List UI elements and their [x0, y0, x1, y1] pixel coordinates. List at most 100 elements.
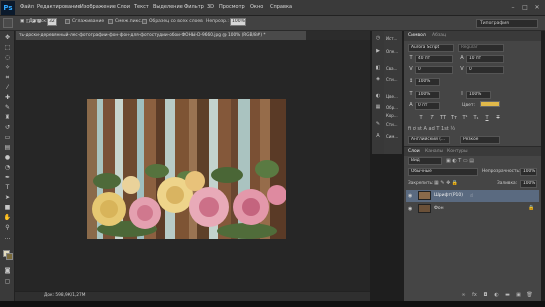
tab-layers[interactable]: Слои	[408, 149, 420, 154]
move-tool-icon[interactable]: ✥	[3, 33, 12, 42]
path-select-icon[interactable]: ➤	[3, 193, 12, 202]
leading-input[interactable]: 10 пт	[466, 55, 504, 63]
panel-label-actions[interactable]: Опе...	[386, 49, 398, 54]
panel-label-character[interactable]: Сим...	[386, 134, 398, 139]
healing-brush-icon[interactable]: ✚	[3, 93, 12, 102]
type-tool-icon[interactable]: T	[3, 183, 12, 192]
contiguous-checkbox[interactable]	[108, 19, 113, 24]
font-family-select[interactable]: Aurora Script	[408, 44, 454, 52]
menu-filter[interactable]: Фильтр	[184, 4, 204, 10]
menu-file[interactable]: Файл	[20, 4, 34, 10]
gradient-tool-icon[interactable]: ▤	[3, 143, 12, 152]
font-size-input[interactable]: 40 пт	[415, 55, 453, 63]
menu-image[interactable]: Изображение	[80, 4, 116, 10]
more-tools-icon[interactable]: …	[3, 233, 12, 242]
menu-select[interactable]: Выделение	[153, 4, 183, 10]
text-color-swatch[interactable]	[480, 101, 500, 107]
maximize-icon[interactable]: □	[520, 3, 530, 13]
blend-mode-select[interactable]: Обычные	[408, 168, 478, 176]
panel-label-corrections[interactable]: Кор...	[386, 113, 398, 118]
adjustment-layer-icon[interactable]: ◐	[493, 292, 500, 299]
layer-kind-filter[interactable]: Вид	[408, 157, 442, 165]
panel-label-brush[interactable]: Сти...	[386, 122, 398, 127]
opentype-buttons[interactable]: fi ơ st A ad T 1st ½	[408, 126, 504, 132]
faux-bold-button[interactable]: T	[417, 115, 425, 122]
tab-character[interactable]: Символ	[408, 33, 426, 38]
new-group-icon[interactable]: ▬	[504, 292, 511, 299]
tab-paragraph[interactable]: Абзац	[432, 33, 446, 38]
font-style-select[interactable]: Regular	[458, 44, 504, 52]
swatches-panel-icon[interactable]: ▦	[373, 103, 383, 112]
opacity-input[interactable]: 100%	[230, 18, 246, 26]
antialias-select[interactable]: Резкое	[460, 136, 500, 144]
tracking-input[interactable]: 0	[466, 66, 504, 74]
menu-3d[interactable]: 3D	[207, 4, 214, 10]
shape-tool-icon[interactable]: ■	[3, 203, 12, 212]
underline-button[interactable]: T	[483, 115, 491, 122]
history-panel-icon[interactable]: ◷	[373, 34, 383, 43]
eyedropper-icon[interactable]: ⁄	[3, 83, 12, 92]
faux-italic-button[interactable]: T	[428, 115, 436, 122]
vertical-scale-value[interactable]: 100%	[415, 91, 440, 99]
trash-icon[interactable]: 🗑	[526, 292, 533, 299]
menu-window[interactable]: Окно	[250, 4, 263, 10]
menu-edit[interactable]: Редактирование	[37, 4, 81, 10]
add-mask-icon[interactable]: ◘	[482, 292, 489, 299]
blur-tool-icon[interactable]: ●	[3, 153, 12, 162]
tolerance-input[interactable]: 32	[47, 18, 57, 26]
panel-label-properties[interactable]: Сва...	[386, 66, 397, 71]
subscript-button[interactable]: T₁	[472, 115, 480, 122]
panel-label-history[interactable]: Ист...	[386, 36, 397, 41]
color-panel-icon[interactable]: ◐	[373, 92, 383, 101]
layer-opacity-input[interactable]: 100%	[520, 168, 537, 176]
baseline-shift-input[interactable]: 0 пт	[415, 102, 440, 110]
pen-tool-icon[interactable]: ✒	[3, 173, 12, 182]
menu-view[interactable]: Просмотр	[219, 4, 245, 10]
history-brush-icon[interactable]: ↺	[3, 123, 12, 132]
brush-tool-icon[interactable]: ✎	[3, 103, 12, 112]
wand-tool-preset-icon[interactable]	[3, 18, 13, 28]
lock-icons[interactable]: ▦ ✎ ✥ 🔒	[434, 180, 458, 186]
marquee-tool-icon[interactable]: ⬚	[3, 43, 12, 52]
tab-channels[interactable]: Каналы	[425, 149, 443, 154]
styles-panel-icon[interactable]: ◈	[373, 75, 383, 84]
menu-layers[interactable]: Слои	[117, 4, 130, 10]
panel-label-swatches[interactable]: Обр...	[386, 105, 398, 110]
hand-tool-icon[interactable]: ✋	[3, 213, 12, 222]
menu-type[interactable]: Текст	[134, 4, 149, 10]
superscript-button[interactable]: T¹	[461, 115, 469, 122]
menu-help[interactable]: Справка	[270, 4, 292, 10]
character-panel-icon[interactable]: A	[373, 132, 383, 141]
minimize-icon[interactable]: –	[508, 3, 518, 13]
vertical-scale-input[interactable]: 100%	[415, 78, 440, 86]
layer-style-icon[interactable]: fx	[471, 292, 478, 299]
all-layers-checkbox[interactable]	[142, 19, 147, 24]
crop-tool-icon[interactable]: ⌗	[3, 73, 12, 82]
quick-mask-icon[interactable]: ◙	[3, 266, 12, 275]
screen-mode-icon[interactable]: ▢	[3, 277, 12, 286]
eraser-tool-icon[interactable]: ▭	[3, 133, 12, 142]
fill-input[interactable]: 100%	[520, 180, 537, 188]
link-layers-icon[interactable]: ∞	[460, 292, 467, 299]
layer-name[interactable]: Фон	[434, 206, 444, 211]
panel-label-color[interactable]: Цве...	[386, 94, 398, 99]
strikethrough-button[interactable]: T	[494, 115, 502, 122]
small-caps-button[interactable]: Tт	[450, 115, 458, 122]
horizontal-scale-input[interactable]: 100%	[466, 91, 491, 99]
properties-panel-icon[interactable]: ◧	[373, 64, 383, 73]
lasso-tool-icon[interactable]: ◌	[3, 53, 12, 62]
new-layer-icon[interactable]: ▣	[515, 292, 522, 299]
brush-presets-icon[interactable]: ✎	[373, 120, 383, 129]
workspace-dropdown[interactable]: Типография	[476, 19, 538, 28]
all-caps-button[interactable]: TT	[439, 115, 447, 122]
document-image[interactable]	[87, 99, 286, 239]
document-tab[interactable]: ть-доски-деревянный-лес-фотографии-фон-ф…	[16, 31, 306, 40]
background-color-swatch[interactable]	[6, 253, 13, 260]
clone-stamp-icon[interactable]: ♜	[3, 113, 12, 122]
antialias-checkbox[interactable]	[65, 19, 70, 24]
layer-filter-icons[interactable]: ▣ ◐ T ▭ ▤	[446, 158, 474, 164]
close-icon[interactable]: ✕	[532, 3, 542, 13]
dodge-tool-icon[interactable]: ◔	[3, 163, 12, 172]
actions-panel-icon[interactable]: ▶	[373, 47, 383, 56]
magic-wand-icon[interactable]: ✧	[3, 63, 12, 72]
